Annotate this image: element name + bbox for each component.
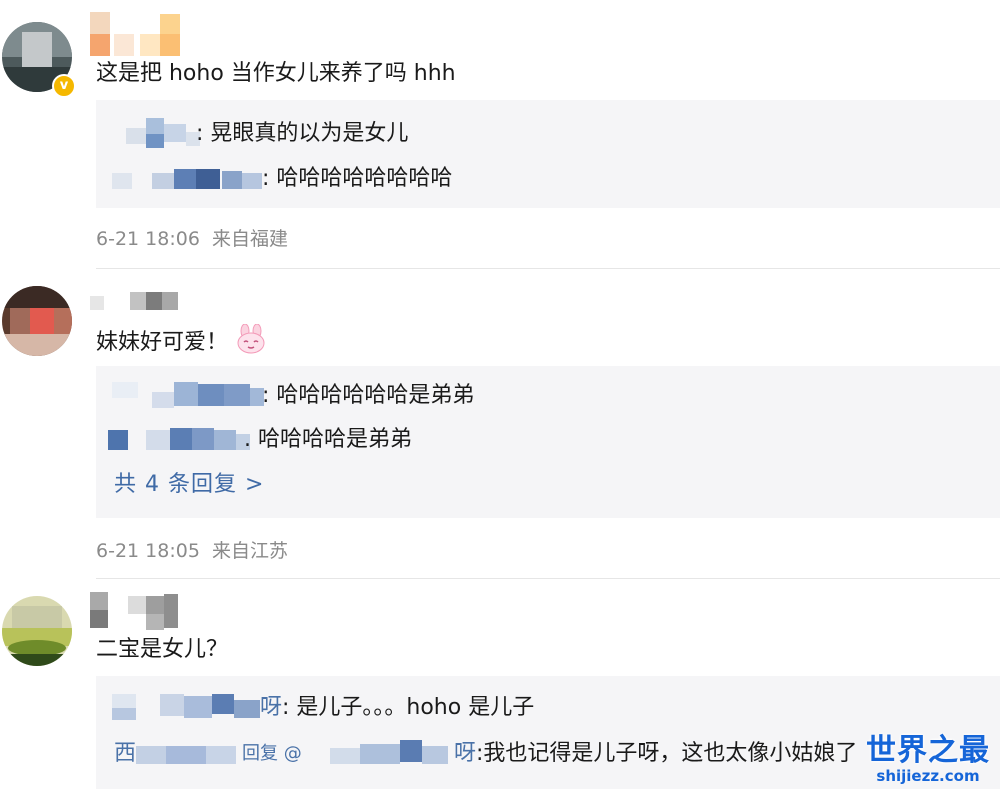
verified-badge-icon: v	[52, 74, 76, 98]
reply-box[interactable]: : 晃眼真的以为是女儿 : 哈哈哈哈哈哈哈哈	[96, 100, 1000, 208]
comment-text: 妹妹好可爱！	[96, 323, 268, 362]
reply-target-blurred[interactable]	[330, 738, 460, 770]
reply-username-blurred[interactable]	[112, 380, 272, 412]
watermark-title: 世界之最	[866, 733, 990, 768]
comment-meta: 6-21 18:05 来自江苏	[96, 538, 288, 564]
divider	[96, 268, 1000, 269]
reply-username-blurred[interactable]	[116, 118, 200, 150]
comment-time: 6-21 18:05	[96, 540, 200, 562]
reply-target-tail[interactable]: 呀	[454, 738, 476, 770]
reply-text: . 哈哈哈哈是弟弟	[244, 427, 412, 452]
comment-time: 6-21 18:06	[96, 228, 200, 250]
reply-to-label[interactable]: 回复 @	[242, 738, 302, 770]
reply-username-blurred[interactable]	[112, 692, 276, 724]
comment-item: 二宝是女儿？ 呀 : 是儿子。。。hoho 是儿子 西 回复 @ 呀:我也记得…	[0, 580, 1000, 789]
reply-item[interactable]: 呀 : 是儿子。。。hoho 是儿子	[96, 692, 1000, 724]
reply-item[interactable]: . 哈哈哈哈是弟弟	[96, 424, 1000, 456]
reply-text: :我也记得是儿子呀，这也太像小姑娘了	[476, 741, 858, 766]
reply-text: : 哈哈哈哈哈哈是弟弟	[262, 383, 475, 408]
comment-text: 这是把 hoho 当作女儿来养了吗 hhh	[96, 61, 456, 86]
reply-text: : 晃眼真的以为是女儿	[196, 121, 409, 146]
user-avatar[interactable]	[2, 596, 72, 666]
reply-username-head[interactable]: 西	[114, 738, 136, 770]
comment-location: 来自江苏	[211, 540, 288, 562]
reply-item[interactable]: 西 回复 @ 呀 :我也记得是儿子呀，这也太像小姑娘了	[96, 738, 1000, 770]
username-blurred[interactable]	[90, 292, 190, 312]
reply-box[interactable]: : 哈哈哈哈哈哈是弟弟 . 哈哈哈哈是弟弟 共 4 条回复 >	[96, 366, 1000, 518]
comment-item: v 这是把 hoho 当作女儿来养了吗 hhh : 晃眼真的以为是女儿: 哈哈…	[0, 0, 1000, 270]
comment-meta: 6-21 18:06 来自福建	[96, 226, 288, 252]
user-avatar[interactable]	[2, 286, 72, 356]
divider	[96, 578, 1000, 579]
username-blurred[interactable]	[90, 592, 200, 632]
reply-item[interactable]: : 哈哈哈哈哈哈是弟弟	[96, 380, 1000, 412]
comment-text: 二宝是女儿？	[96, 637, 229, 662]
username-blurred[interactable]	[90, 12, 190, 56]
comment-location: 来自福建	[211, 228, 288, 250]
watermark-url: shijiezz.com	[876, 767, 980, 785]
watermark-logo: 世界之最 shijiezz.com	[866, 733, 990, 785]
reply-username-blurred[interactable]	[108, 424, 258, 456]
more-replies-link[interactable]: 共 4 条回复 >	[114, 470, 264, 500]
reply-text: : 哈哈哈哈哈哈哈哈	[262, 166, 453, 191]
reply-box[interactable]: 呀 : 是儿子。。。hoho 是儿子 西 回复 @ 呀 :我也记得是儿子呀，这也…	[96, 676, 1000, 789]
comment-item: 妹妹好可爱！ : 哈哈哈哈哈哈是弟弟 . 哈哈哈哈是弟弟 共 4 条回复 > 6…	[0, 270, 1000, 580]
reply-item[interactable]: : 哈哈哈哈哈哈哈哈	[96, 163, 1000, 195]
reply-username-blurred[interactable]	[112, 163, 272, 195]
reply-text: : 是儿子。。。hoho 是儿子	[282, 695, 535, 720]
reply-username-tail[interactable]: 呀	[260, 692, 282, 724]
bunny-emoji-icon	[234, 323, 268, 362]
comment-text-content: 妹妹好可爱！	[96, 330, 229, 355]
reply-item[interactable]: : 晃眼真的以为是女儿	[96, 118, 1000, 150]
